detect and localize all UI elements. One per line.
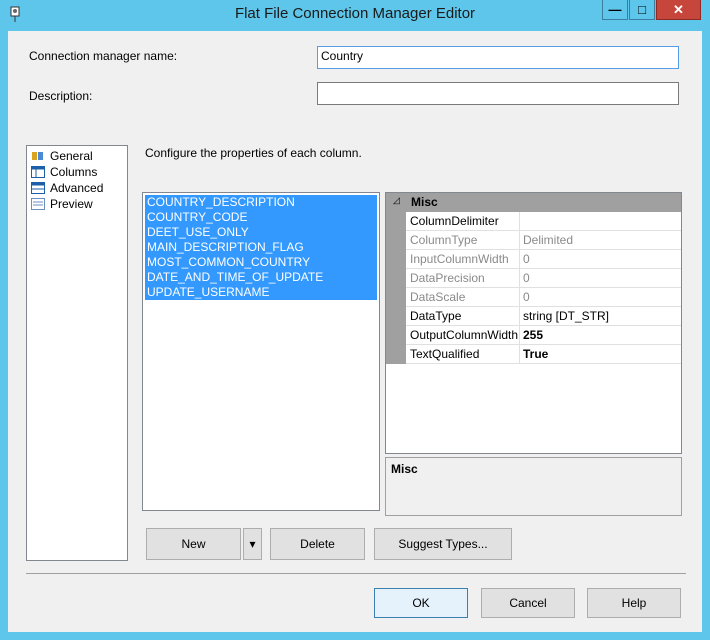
general-icon — [32, 152, 43, 160]
property-value[interactable]: 255 — [523, 328, 543, 342]
column-divider — [519, 288, 520, 306]
suggest-types-button[interactable]: Suggest Types... — [374, 528, 512, 560]
nav-item-preview[interactable]: Preview — [31, 196, 93, 212]
property-value[interactable]: 0 — [523, 252, 530, 266]
property-row-inputcolumnwidth[interactable]: InputColumnWidth 0 — [406, 250, 681, 269]
property-description-panel: Misc — [385, 457, 682, 516]
column-divider — [519, 269, 520, 287]
property-name: ColumnType — [410, 233, 478, 247]
nav-item-label: Preview — [50, 197, 93, 211]
property-row-datascale[interactable]: DataScale 0 — [406, 288, 681, 307]
description-title: Misc — [391, 462, 418, 476]
connection-name-label: Connection manager name: — [29, 49, 178, 63]
property-value[interactable]: Delimited — [523, 233, 573, 247]
minimize-button[interactable]: — — [602, 0, 628, 20]
list-item[interactable]: COUNTRY_CODE — [145, 210, 377, 225]
property-row-datatype[interactable]: DataType string [DT_STR] — [406, 307, 681, 326]
column-divider — [519, 212, 520, 230]
connection-name-input[interactable]: Country — [317, 46, 679, 69]
property-name: DataPrecision — [410, 271, 485, 285]
property-name: ColumnDelimiter — [410, 214, 499, 228]
dialog-window: Flat File Connection Manager Editor — □ … — [0, 0, 710, 640]
property-name: DataScale — [410, 290, 466, 304]
property-gutter — [386, 212, 406, 364]
divider — [26, 573, 686, 574]
selected-columns: COUNTRY_DESCRIPTION COUNTRY_CODE DEET_US… — [145, 195, 377, 300]
property-name: OutputColumnWidth — [410, 328, 518, 342]
instruction-text: Configure the properties of each column. — [145, 146, 362, 160]
close-button[interactable]: ✕ — [656, 0, 701, 20]
nav-item-label: Columns — [50, 165, 98, 179]
list-item[interactable]: UPDATE_USERNAME — [145, 285, 377, 300]
advanced-icon — [31, 182, 45, 194]
column-divider — [519, 326, 520, 344]
delete-button[interactable]: Delete — [270, 528, 365, 560]
columns-list[interactable]: COUNTRY_DESCRIPTION COUNTRY_CODE DEET_US… — [142, 192, 380, 511]
property-name: InputColumnWidth — [410, 252, 509, 266]
nav-item-columns[interactable]: Columns — [31, 164, 97, 180]
property-row-columndelimiter[interactable]: ColumnDelimiter — [406, 212, 681, 231]
page-navigation: General Columns Advanced Preview — [26, 145, 128, 561]
property-row-columntype[interactable]: ColumnType Delimited — [406, 231, 681, 250]
nav-item-label: General — [50, 149, 93, 163]
nav-item-general[interactable]: General — [31, 148, 93, 164]
column-divider — [519, 345, 520, 363]
property-name: TextQualified — [410, 347, 480, 361]
maximize-button[interactable]: □ — [629, 0, 655, 20]
description-input[interactable] — [317, 82, 679, 105]
nav-item-advanced[interactable]: Advanced — [31, 180, 103, 196]
property-name: DataType — [410, 309, 462, 323]
new-dropdown-button[interactable]: ▾ — [243, 528, 262, 560]
list-item[interactable]: DATE_AND_TIME_OF_UPDATE — [145, 270, 377, 285]
preview-icon — [31, 198, 45, 210]
property-value[interactable]: True — [523, 347, 548, 361]
dialog-body: Connection manager name: Country Descrip… — [8, 31, 702, 632]
property-value[interactable]: string [DT_STR] — [523, 309, 609, 323]
property-row-textqualified[interactable]: TextQualified True — [406, 345, 681, 364]
list-item[interactable]: MOST_COMMON_COUNTRY — [145, 255, 377, 270]
cancel-button[interactable]: Cancel — [481, 588, 575, 618]
description-label: Description: — [29, 89, 93, 103]
help-button[interactable]: Help — [587, 588, 681, 618]
property-category-header[interactable]: ◿ Misc — [386, 193, 681, 212]
column-divider — [519, 231, 520, 249]
columns-icon — [31, 166, 45, 178]
nav-item-label: Advanced — [50, 181, 104, 195]
property-row-outputcolumnwidth[interactable]: OutputColumnWidth 255 — [406, 326, 681, 345]
property-value[interactable]: 0 — [523, 290, 530, 304]
list-item[interactable]: MAIN_DESCRIPTION_FLAG — [145, 240, 377, 255]
column-divider — [519, 307, 520, 325]
category-label: Misc — [411, 195, 438, 209]
property-value[interactable]: 0 — [523, 271, 530, 285]
property-grid: ◿ Misc ColumnDelimiter ColumnType Delimi… — [385, 192, 682, 454]
new-button[interactable]: New — [146, 528, 241, 560]
ok-button[interactable]: OK — [374, 588, 468, 618]
list-item[interactable]: DEET_USE_ONLY — [145, 225, 377, 240]
list-item[interactable]: COUNTRY_DESCRIPTION — [145, 195, 377, 210]
property-row-dataprecision[interactable]: DataPrecision 0 — [406, 269, 681, 288]
column-divider — [519, 250, 520, 268]
title-bar[interactable]: Flat File Connection Manager Editor — □ … — [0, 0, 710, 30]
collapse-icon[interactable]: ◿ — [393, 195, 400, 206]
